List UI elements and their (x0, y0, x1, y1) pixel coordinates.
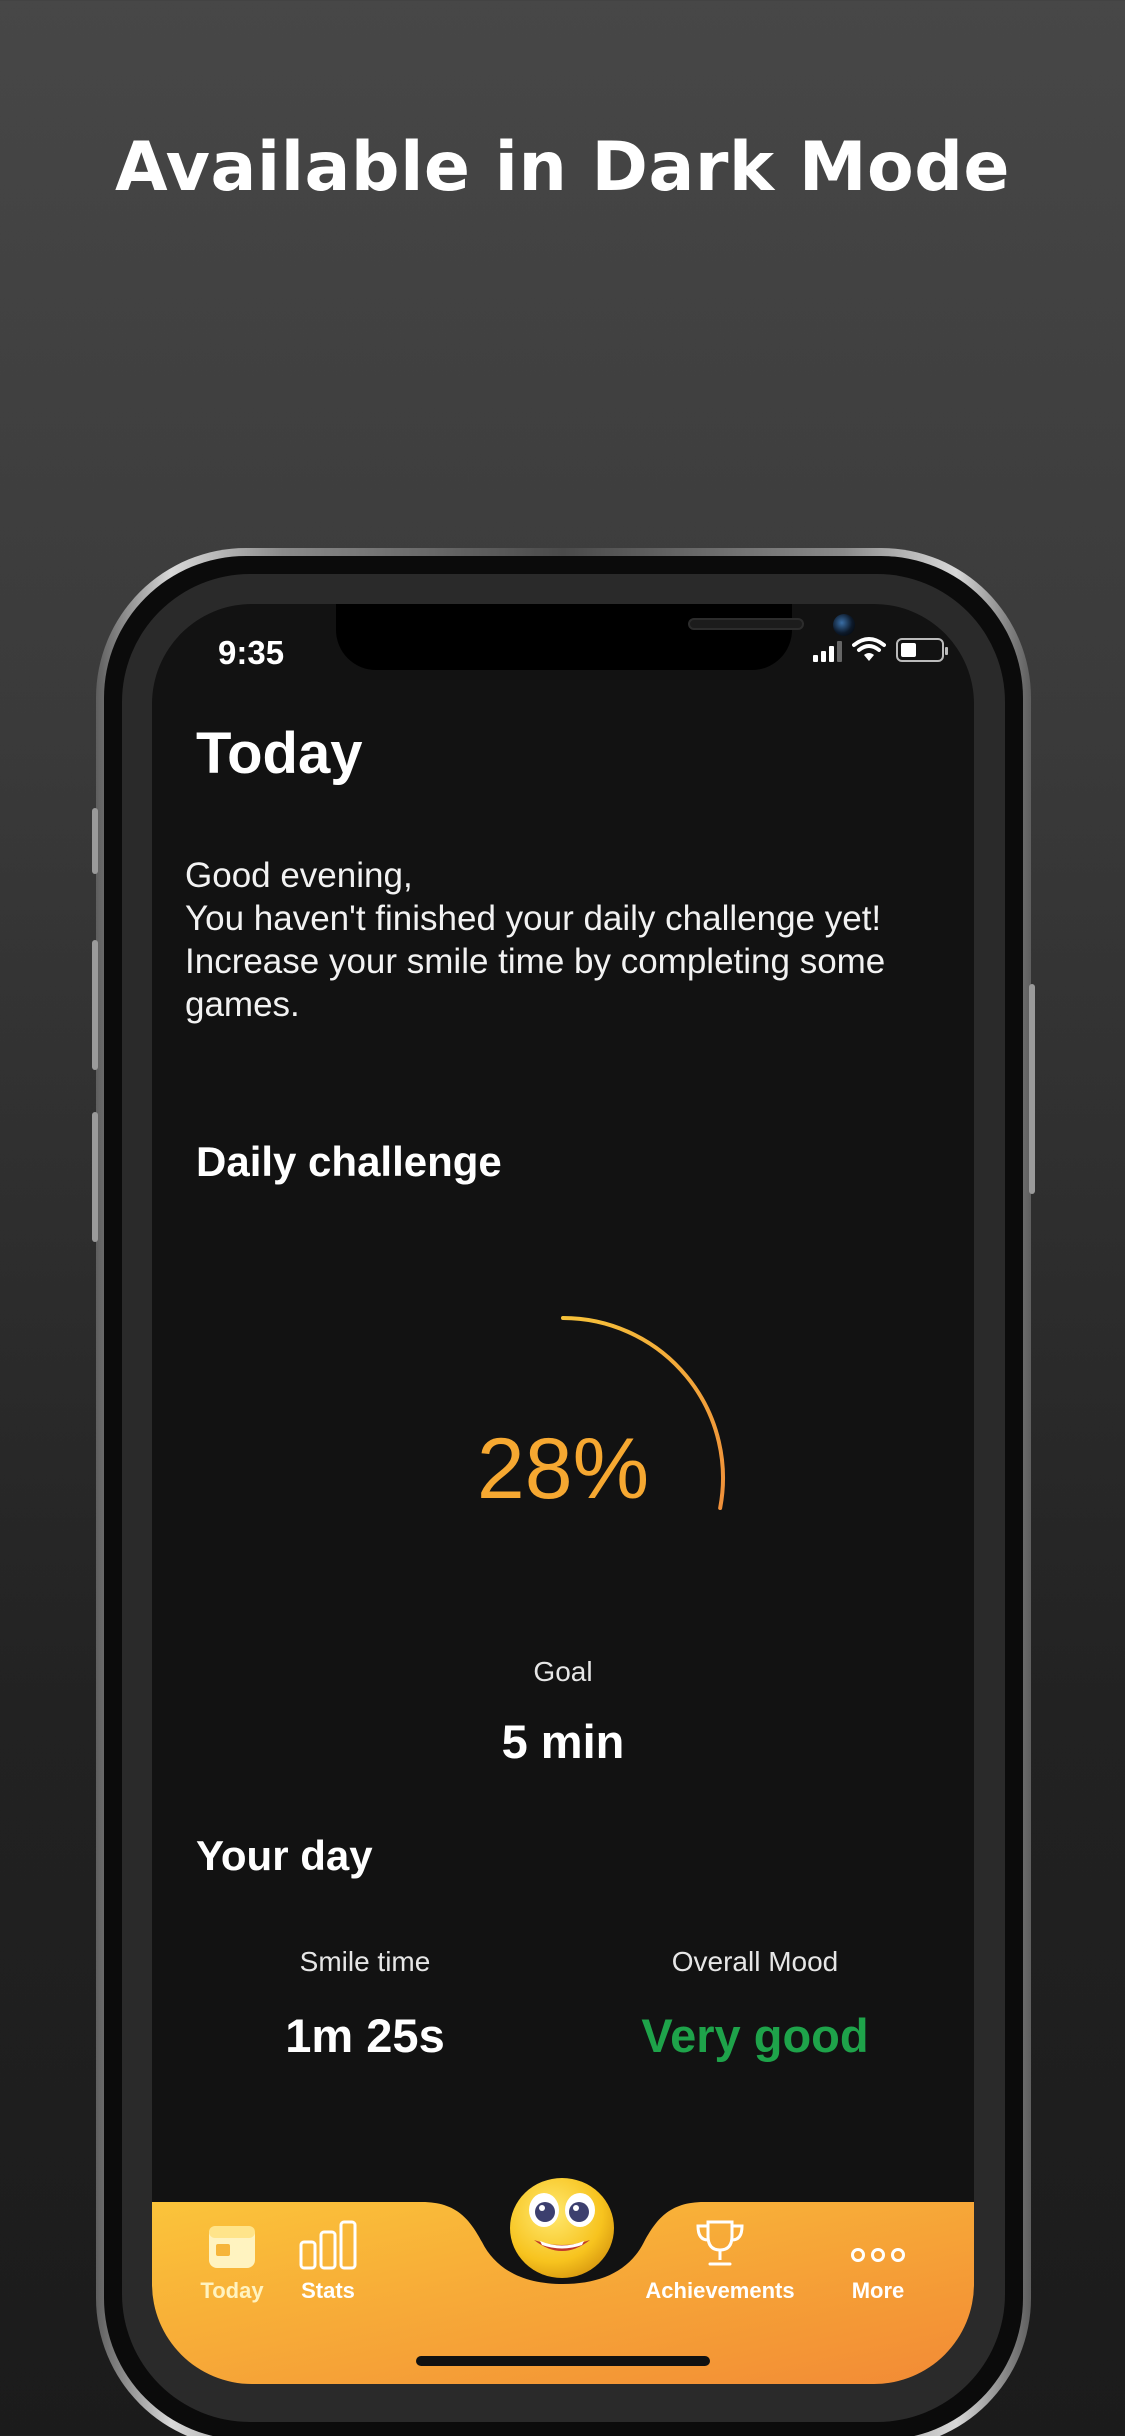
tab-stats-label: Stats (301, 2278, 355, 2303)
overall-mood-value: Very good (641, 2009, 869, 2062)
status-time: 9:35 (218, 634, 285, 671)
mute-switch (92, 808, 98, 874)
earpiece-speaker (688, 618, 804, 630)
page-title: Today (196, 721, 363, 786)
phone-screen: 9:35 Today Good evening, You haven't fin… (152, 604, 974, 2384)
cellular-signal-icon (813, 640, 842, 662)
greeting-message: Good evening, You haven't finished your … (185, 854, 945, 1026)
notch (336, 604, 855, 670)
front-camera (833, 614, 855, 636)
smiley-mascot-icon[interactable] (506, 2170, 618, 2282)
greeting-line-3: Increase your smile time by completing s… (185, 942, 886, 1024)
tab-more[interactable]: More (798, 2214, 958, 2304)
overall-mood-stat: Overall Mood Very good (590, 1946, 920, 2063)
wifi-icon (852, 637, 886, 661)
greeting-line-1: Good evening, (185, 856, 413, 895)
tab-more-label: More (851, 2278, 905, 2303)
headline: Available in Dark Mode (114, 128, 1011, 207)
tab-achievements[interactable]: Achievements (630, 2214, 810, 2304)
battery-level (901, 643, 917, 657)
power-button (1029, 984, 1035, 1194)
bar-chart-icon (248, 2214, 408, 2270)
more-dots-icon (798, 2214, 958, 2270)
smile-time-label: Smile time (299, 1946, 431, 1977)
daily-challenge-title: Daily challenge (196, 1138, 502, 1185)
greeting-line-2: You haven't finished your daily challeng… (185, 899, 882, 938)
home-indicator[interactable] (416, 2356, 710, 2366)
overall-mood-label: Overall Mood (671, 1946, 839, 1977)
progress-percent: 28% (476, 1421, 650, 1517)
volume-down-button (92, 1112, 98, 1242)
goal-label: Goal (533, 1656, 593, 1687)
battery-icon (896, 638, 948, 662)
volume-up-button (92, 940, 98, 1070)
trophy-icon (630, 2214, 810, 2270)
smile-time-stat: Smile time 1m 25s (200, 1946, 530, 2063)
tab-achievements-label: Achievements (645, 2278, 795, 2303)
smile-time-value: 1m 25s (285, 2009, 445, 2062)
status-icons (813, 636, 948, 662)
your-day-title: Your day (196, 1832, 373, 1879)
goal-value: 5 min (501, 1715, 625, 1768)
tab-stats[interactable]: Stats (248, 2214, 408, 2304)
